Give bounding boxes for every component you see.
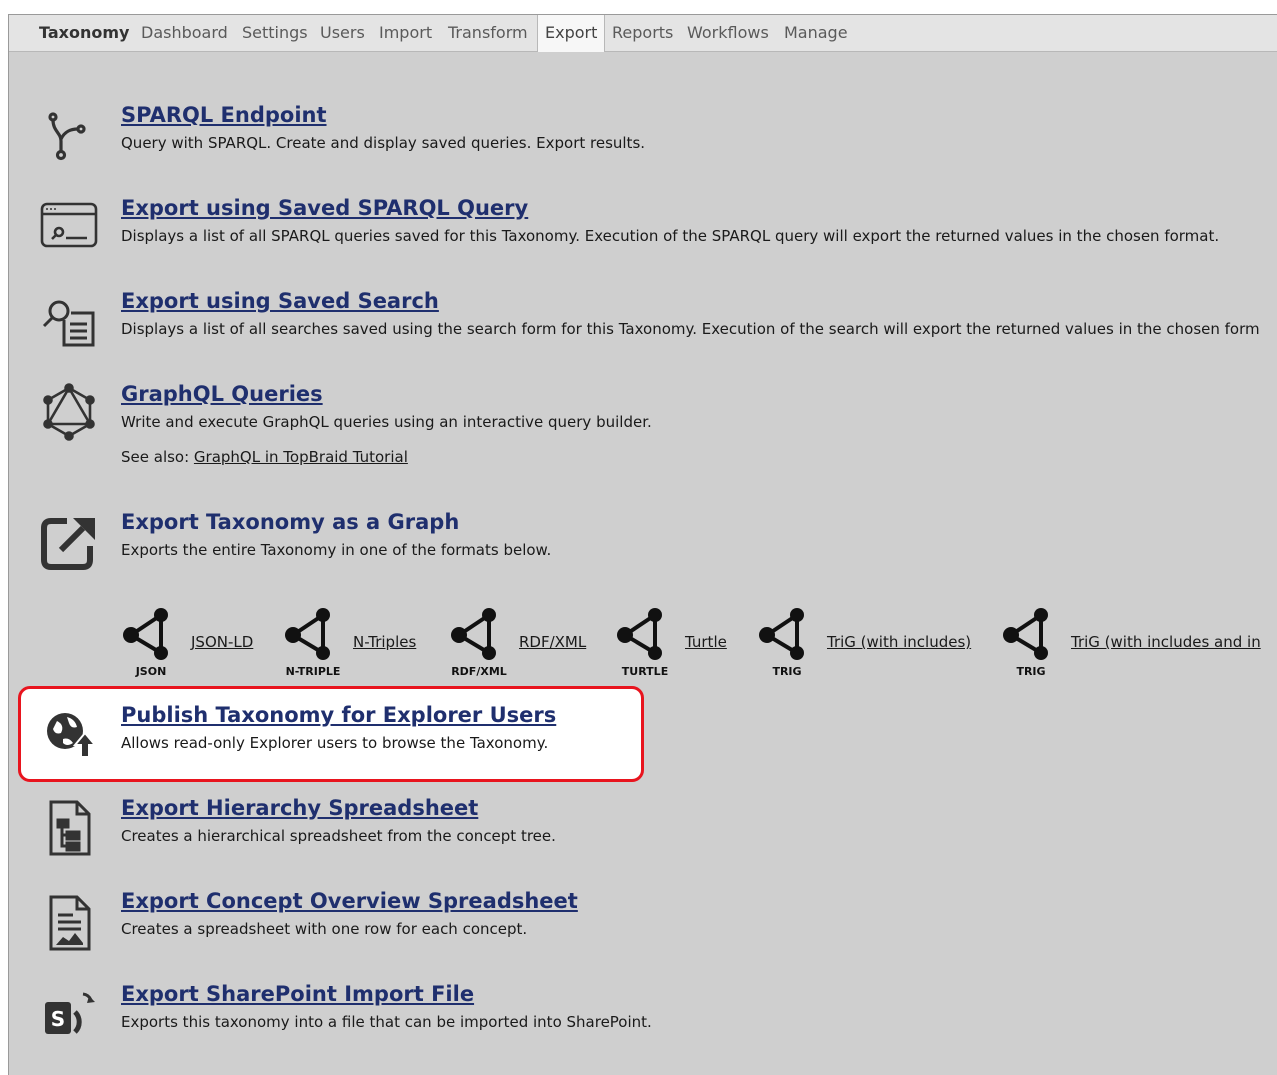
tab-transform[interactable]: Transform [448, 15, 528, 51]
tab-export[interactable]: Export [537, 15, 606, 52]
tab-workflows[interactable]: Workflows [687, 15, 769, 51]
export-graph-desc: Exports the entire Taxonomy in one of th… [121, 541, 552, 559]
export-graph-title: Export Taxonomy as a Graph [121, 510, 460, 534]
rdf-graph-icon [121, 605, 181, 671]
sharepoint-icon: S [39, 986, 99, 1046]
export-sharepoint-link[interactable]: Export SharePoint Import File [121, 982, 474, 1006]
tab-taxonomy[interactable]: Taxonomy [39, 15, 129, 51]
format-link-trig[interactable]: TriG (with includes) [827, 633, 971, 651]
tab-import[interactable]: Import [379, 15, 432, 51]
graphql-link[interactable]: GraphQL Queries [121, 382, 323, 406]
export-saved-sparql-link[interactable]: Export using Saved SPARQL Query [121, 196, 528, 220]
tab-dashboard[interactable]: Dashboard [141, 15, 228, 51]
tab-users[interactable]: Users [320, 15, 365, 51]
tab-manage[interactable]: Manage [784, 15, 848, 51]
sparql-branch-icon [39, 107, 99, 167]
tab-reports[interactable]: Reports [612, 15, 673, 51]
format-link-trig-all[interactable]: TriG (with includes and in [1071, 633, 1261, 651]
export-hierarchy-link[interactable]: Export Hierarchy Spreadsheet [121, 796, 478, 820]
graphql-see-also: See also: GraphQL in TopBraid Tutorial [121, 448, 408, 466]
format-link-n-triples[interactable]: N-Triples [353, 633, 416, 651]
svg-text:S: S [51, 1007, 65, 1031]
format-list: JSON JSON-LD N-TRIPLE N-Triples RDF/XML … [9, 605, 1277, 685]
export-saved-sparql-desc: Displays a list of all SPARQL queries sa… [121, 227, 1220, 245]
format-caption: TRIG [1016, 665, 1046, 678]
rdf-graph-icon [757, 605, 817, 671]
export-hierarchy-desc: Creates a hierarchical spreadsheet from … [121, 827, 556, 845]
overview-spreadsheet-icon [39, 893, 99, 953]
export-arrow-icon [39, 512, 99, 572]
tab-settings[interactable]: Settings [242, 15, 308, 51]
hierarchy-spreadsheet-icon [39, 798, 99, 858]
graphql-desc: Write and execute GraphQL queries using … [121, 413, 652, 431]
publish-globe-icon [39, 703, 99, 763]
format-caption: TRIG [772, 665, 802, 678]
format-caption: TURTLE [621, 665, 669, 678]
format-link-turtle[interactable]: Turtle [685, 633, 727, 651]
format-caption: RDF/XML [451, 665, 507, 678]
graphql-icon [39, 382, 99, 442]
publish-explorer-desc: Allows read-only Explorer users to brows… [121, 734, 549, 752]
format-link-json-ld[interactable]: JSON-LD [191, 633, 253, 651]
saved-search-icon [39, 291, 99, 351]
rdf-graph-icon [449, 605, 509, 671]
publish-explorer-link[interactable]: Publish Taxonomy for Explorer Users [121, 703, 556, 727]
rdf-graph-icon [1001, 605, 1061, 671]
caption-strip [0, 0, 600, 2]
format-caption: JSON [135, 665, 167, 678]
sparql-endpoint-desc: Query with SPARQL. Create and display sa… [121, 134, 646, 152]
rdf-graph-icon [283, 605, 343, 671]
format-link-rdf-xml[interactable]: RDF/XML [519, 633, 586, 651]
format-caption: N-TRIPLE [285, 665, 341, 678]
app-frame: Taxonomy Dashboard Settings Users Import… [8, 14, 1277, 1075]
export-overview-link[interactable]: Export Concept Overview Spreadsheet [121, 889, 578, 913]
export-saved-search-desc: Displays a list of all searches saved us… [121, 320, 1260, 338]
export-saved-search-link[interactable]: Export using Saved Search [121, 289, 439, 313]
tab-bar: Taxonomy Dashboard Settings Users Import… [9, 15, 1277, 52]
saved-query-window-icon [39, 198, 99, 258]
see-also-label: See also: [121, 448, 194, 466]
graphql-tutorial-link[interactable]: GraphQL in TopBraid Tutorial [194, 448, 408, 466]
rdf-graph-icon [615, 605, 675, 671]
export-overview-desc: Creates a spreadsheet with one row for e… [121, 920, 528, 938]
sparql-endpoint-link[interactable]: SPARQL Endpoint [121, 103, 327, 127]
export-sharepoint-desc: Exports this taxonomy into a file that c… [121, 1013, 652, 1031]
